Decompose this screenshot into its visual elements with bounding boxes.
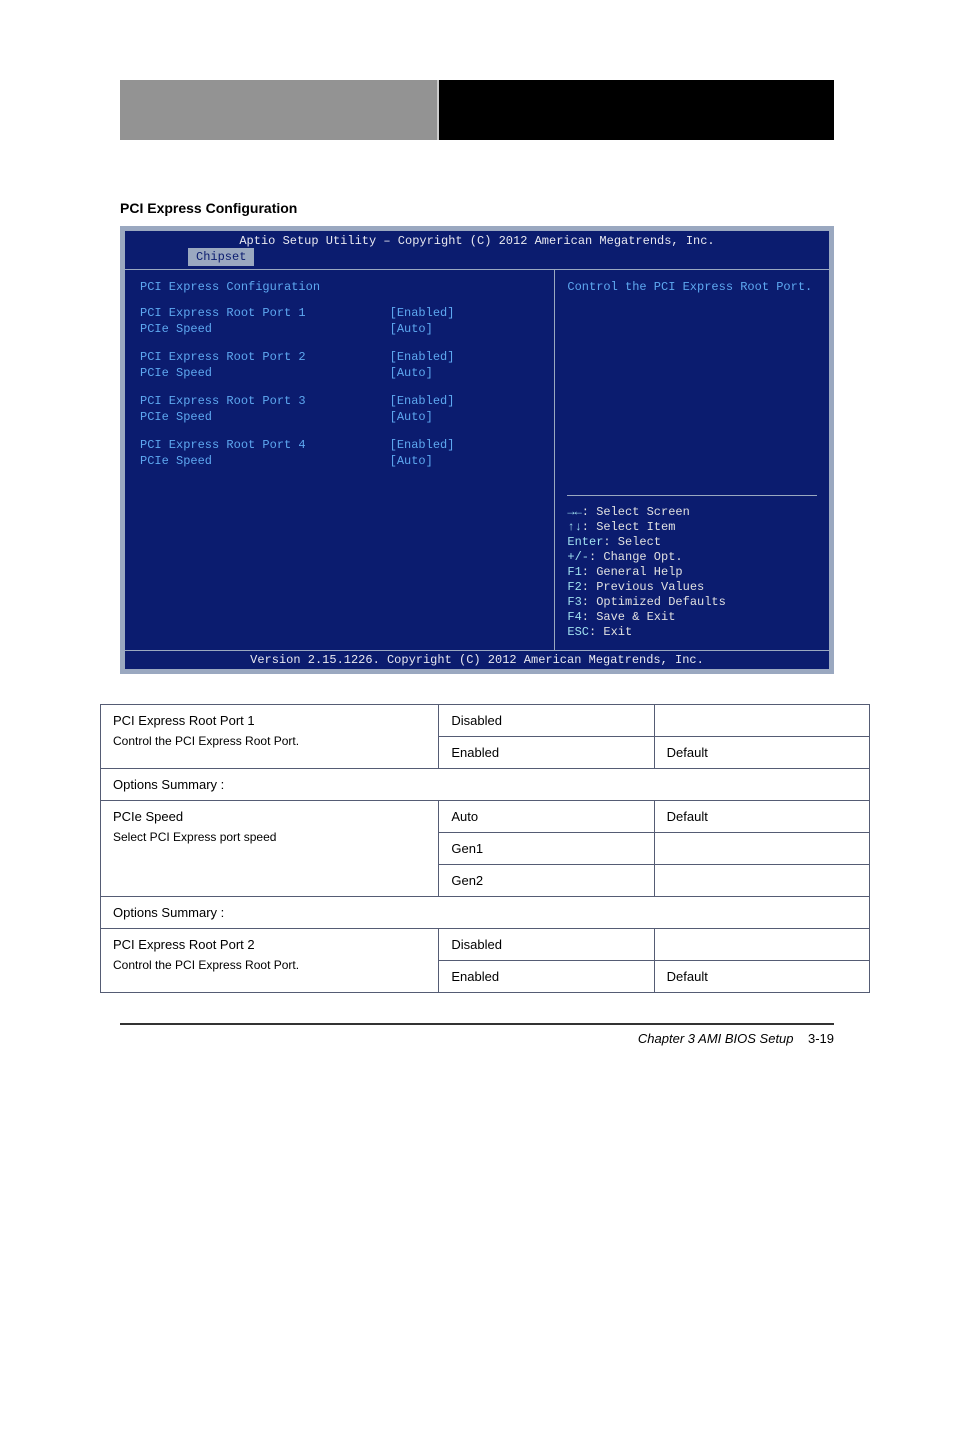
opt-default xyxy=(654,705,869,737)
opt-name: PCIe Speed xyxy=(113,809,426,824)
bios-setting-label: PCI Express Root Port 1 xyxy=(140,306,390,320)
opt-default xyxy=(654,929,869,961)
bios-setting-label: PCIe Speed xyxy=(140,366,390,380)
opt-default: Default xyxy=(654,737,869,769)
bios-key-hint: ESC: Exit xyxy=(567,625,817,639)
bios-footer: Version 2.15.1226. Copyright (C) 2012 Am… xyxy=(125,650,829,669)
opt-value: Gen1 xyxy=(439,833,654,865)
bios-setting-label: PCIe Speed xyxy=(140,454,390,468)
bios-setting-label: PCI Express Root Port 4 xyxy=(140,438,390,452)
bios-setting-row: PCI Express Root Port 4[Enabled] xyxy=(140,438,539,452)
opt-value: Enabled xyxy=(439,961,654,993)
table-row: Options Summary : xyxy=(101,769,870,801)
options-table: PCI Express Root Port 1 Control the PCI … xyxy=(100,704,870,993)
section-title: PCI Express Configuration xyxy=(120,200,834,216)
opt-value: Gen2 xyxy=(439,865,654,897)
opt-value: Disabled xyxy=(439,705,654,737)
bios-setting-label: PCIe Speed xyxy=(140,322,390,336)
opt-desc: Select PCI Express port speed xyxy=(113,830,426,844)
bios-key-hint: F2: Previous Values xyxy=(567,580,817,594)
bios-setting-value: [Enabled] xyxy=(390,350,540,364)
bios-setting-label: PCIe Speed xyxy=(140,410,390,424)
bios-right-pane: Control the PCI Express Root Port. →←: S… xyxy=(555,270,829,650)
table-row: PCI Express Root Port 2 Control the PCI … xyxy=(101,929,870,961)
bios-key-help: →←: Select Screen↑↓: Select ItemEnter: S… xyxy=(567,495,817,640)
table-row: PCI Express Root Port 1 Control the PCI … xyxy=(101,705,870,737)
bios-setting-value: [Auto] xyxy=(390,322,540,336)
bios-title-text: Aptio Setup Utility – Copyright (C) 2012… xyxy=(239,234,714,248)
bios-key-hint: Enter: Select xyxy=(567,535,817,549)
opt-desc: Control the PCI Express Root Port. xyxy=(113,958,426,972)
bios-help-text: Control the PCI Express Root Port. xyxy=(567,280,817,294)
bios-setting-value: [Enabled] xyxy=(390,306,540,320)
bios-setting-row: PCI Express Root Port 2[Enabled] xyxy=(140,350,539,364)
page-number: 3-19 xyxy=(808,1031,834,1046)
bios-setting-row: PCIe Speed[Auto] xyxy=(140,454,539,468)
header-left-block xyxy=(120,80,439,140)
opt-value: Auto xyxy=(439,801,654,833)
bios-left-pane: PCI Express Configuration PCI Express Ro… xyxy=(125,270,555,650)
bios-setting-row: PCI Express Root Port 1[Enabled] xyxy=(140,306,539,320)
page-header xyxy=(120,80,834,140)
bios-setting-value: [Auto] xyxy=(390,410,540,424)
bios-setting-row: PCI Express Root Port 3[Enabled] xyxy=(140,394,539,408)
chapter-label: Chapter 3 AMI BIOS Setup xyxy=(638,1031,794,1046)
bios-key-hint: +/-: Change Opt. xyxy=(567,550,817,564)
bios-page-heading: PCI Express Configuration xyxy=(140,280,539,294)
opt-value: Disabled xyxy=(439,929,654,961)
bios-setting-value: [Enabled] xyxy=(390,438,540,452)
bios-key-hint: F1: General Help xyxy=(567,565,817,579)
opt-value: Enabled xyxy=(439,737,654,769)
bios-setting-row: PCIe Speed[Auto] xyxy=(140,322,539,336)
bios-setting-label: PCI Express Root Port 2 xyxy=(140,350,390,364)
bios-setting-row: PCIe Speed[Auto] xyxy=(140,410,539,424)
table-row: Options Summary : xyxy=(101,897,870,929)
bios-key-hint: F3: Optimized Defaults xyxy=(567,595,817,609)
opt-default: Default xyxy=(654,961,869,993)
bios-active-tab: Chipset xyxy=(188,248,254,266)
bios-title-bar: Aptio Setup Utility – Copyright (C) 2012… xyxy=(125,231,829,270)
bios-setting-value: [Enabled] xyxy=(390,394,540,408)
opt-default xyxy=(654,833,869,865)
options-summary-label: Options Summary : xyxy=(101,769,870,801)
bios-setting-row: PCIe Speed[Auto] xyxy=(140,366,539,380)
bios-setting-label: PCI Express Root Port 3 xyxy=(140,394,390,408)
bios-screenshot: Aptio Setup Utility – Copyright (C) 2012… xyxy=(120,226,834,674)
options-summary-label: Options Summary : xyxy=(101,897,870,929)
bios-setting-value: [Auto] xyxy=(390,366,540,380)
table-row: PCIe Speed Select PCI Express port speed… xyxy=(101,801,870,833)
opt-default: Default xyxy=(654,801,869,833)
opt-name: PCI Express Root Port 2 xyxy=(113,937,426,952)
bios-key-hint: ↑↓: Select Item xyxy=(567,520,817,534)
bios-setting-value: [Auto] xyxy=(390,454,540,468)
bios-key-hint: →←: Select Screen xyxy=(567,505,817,519)
page-footer: Chapter 3 AMI BIOS Setup 3-19 xyxy=(120,1023,834,1046)
bios-key-hint: F4: Save & Exit xyxy=(567,610,817,624)
header-right-block xyxy=(439,80,834,140)
opt-default xyxy=(654,865,869,897)
opt-desc: Control the PCI Express Root Port. xyxy=(113,734,426,748)
opt-name: PCI Express Root Port 1 xyxy=(113,713,426,728)
